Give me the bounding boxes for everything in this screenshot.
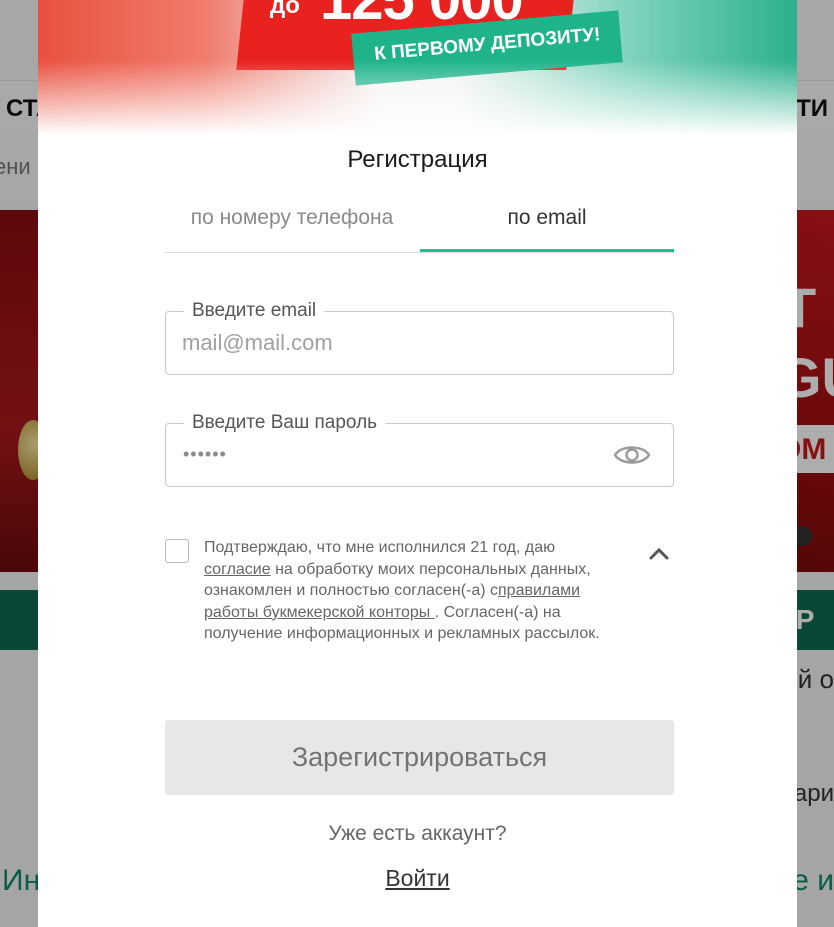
tab-email[interactable]: по email [420,198,674,252]
email-field: Введите email [165,300,674,375]
email-field-label: Введите email [184,300,325,322]
promo-banner: до 125 000 К ПЕРВОМУ ДЕПОЗИТУ! [38,0,797,135]
register-button[interactable]: Зарегистрироваться [165,720,674,795]
consent-link[interactable]: согласие [204,561,271,578]
have-account-text: Уже есть аккаунт? [328,822,507,845]
agreement-block: Подтверждаю, что мне исполнился 21 год, … [165,537,674,677]
tab-phone[interactable]: по номеру телефона [165,198,419,251]
agreement-text-part: Подтверждаю, что мне исполнился 21 год, … [204,539,556,556]
registration-modal: до 125 000 К ПЕРВОМУ ДЕПОЗИТУ! Регистрац… [38,0,797,927]
chevron-up-icon[interactable] [648,545,670,561]
email-input[interactable] [182,326,582,360]
promo-fade [38,60,797,135]
login-row: Войти [38,865,797,892]
promo-amount-prefix: до [270,0,300,19]
modal-title: Регистрация [347,146,488,173]
password-input[interactable]: •••••• [183,444,227,465]
login-link[interactable]: Войти [385,865,449,891]
agreement-text: Подтверждаю, что мне исполнился 21 год, … [204,537,624,645]
password-field: Введите Ваш пароль •••••• [165,412,674,487]
agreement-checkbox[interactable] [165,539,189,563]
registration-tabs: по номеру телефона по email [165,198,674,253]
eye-icon[interactable] [613,442,651,468]
password-field-label: Введите Ваш пароль [184,412,386,434]
